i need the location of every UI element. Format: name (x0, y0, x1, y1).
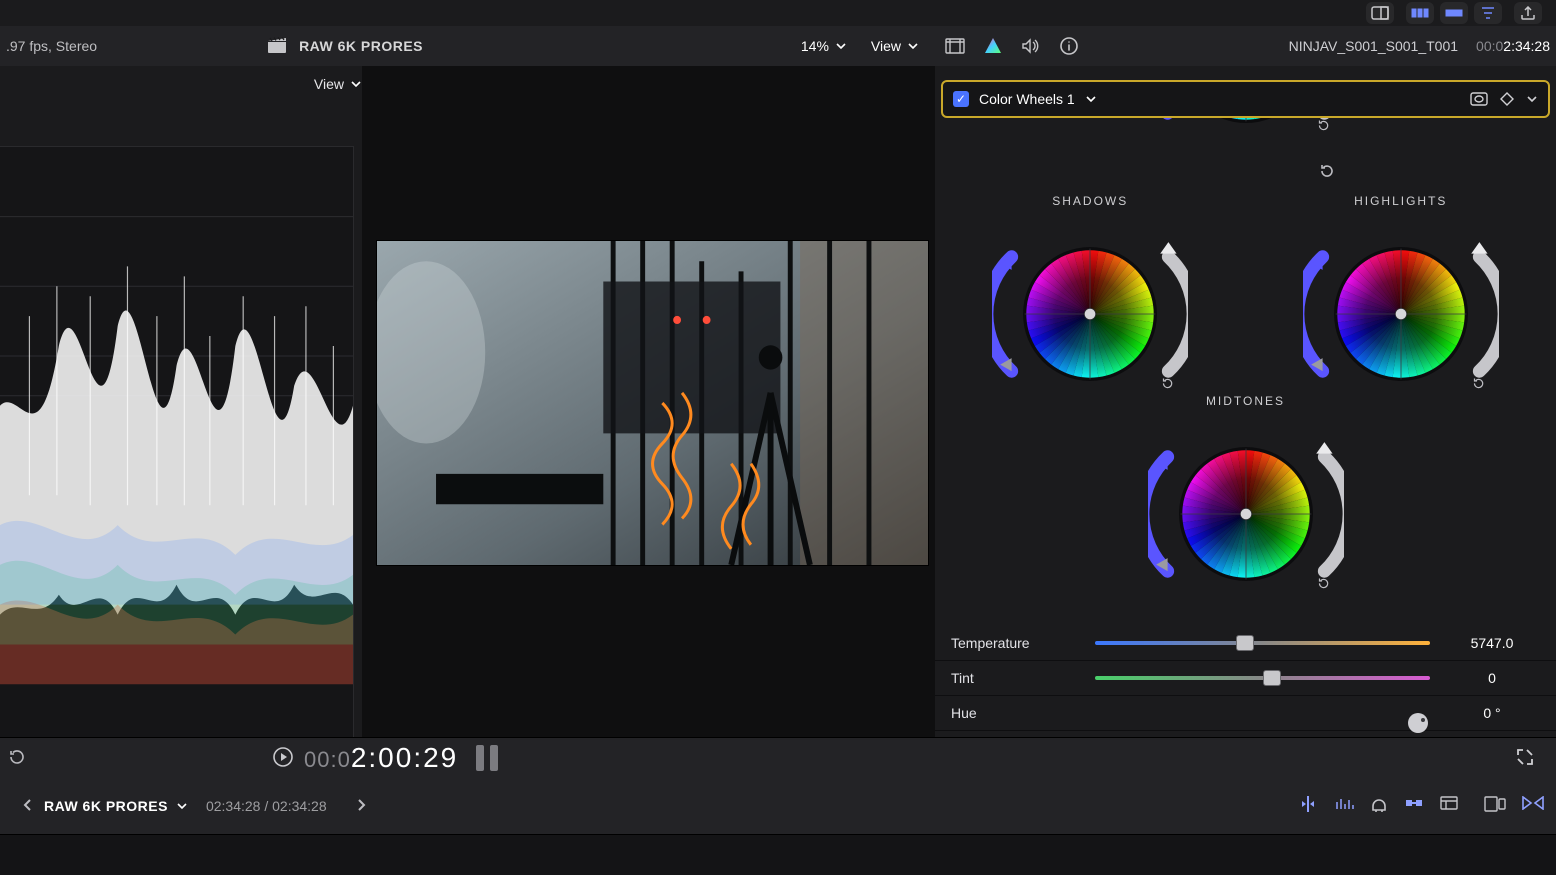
color-wheels-header[interactable]: ✓ Color Wheels 1 (941, 80, 1550, 118)
clip-title: RAW 6K PRORES (299, 38, 423, 54)
scopes-view-dropdown[interactable]: View (314, 76, 362, 92)
top-toolbar-remnant (1352, 0, 1556, 26)
color-wheel-shadows[interactable] (992, 216, 1188, 412)
temperature-value[interactable]: 5747.0 (1444, 635, 1540, 651)
audio-meters (476, 745, 498, 771)
inspector-header: NINJAV_S001_S001_T001 00:02:34:28 (935, 26, 1556, 67)
next-arrow-icon[interactable] (345, 798, 377, 815)
fullscreen-icon[interactable] (1516, 748, 1534, 769)
view-dropdown[interactable]: View (871, 38, 919, 54)
waveform-scope (0, 146, 354, 741)
viewer-panel (362, 66, 936, 741)
timecode-display[interactable]: 00:0 2:00:29 (304, 742, 458, 774)
skimming-icon[interactable] (1298, 796, 1318, 817)
tab-video-icon[interactable] (941, 34, 969, 58)
temperature-slider[interactable] (1095, 641, 1430, 645)
video-scopes-panel (0, 104, 363, 741)
play-indicator-icon[interactable] (272, 746, 294, 771)
temperature-label: Temperature (951, 635, 1081, 651)
effects-browser-icon[interactable] (1484, 796, 1506, 817)
tab-color-icon[interactable] (979, 34, 1007, 58)
chevron-down-icon[interactable] (1526, 93, 1538, 105)
share-icon[interactable] (1514, 2, 1542, 24)
color-wheel-highlights[interactable] (1303, 216, 1499, 412)
tab-audio-icon[interactable] (1017, 34, 1045, 58)
transport-bar: 00:0 2:00:29 (0, 737, 1556, 779)
solo-icon[interactable] (1370, 796, 1388, 817)
viewer-frame[interactable] (376, 240, 929, 566)
timeline-layout-icon[interactable] (1406, 2, 1434, 24)
tint-slider[interactable] (1095, 676, 1430, 680)
hue-dial[interactable] (1095, 711, 1430, 715)
reset-icon[interactable] (1318, 162, 1336, 183)
tint-label: Tint (951, 670, 1081, 686)
timeline-header: RAW 6K PRORES 02:34:28 / 02:34:28 (0, 778, 1556, 835)
timeline-area[interactable] (0, 835, 1556, 875)
scopes-view-label: View (314, 76, 344, 92)
timecode-main: 2:00:29 (351, 742, 458, 774)
prev-arrow-icon[interactable] (12, 798, 44, 815)
tint-value[interactable]: 0 (1444, 670, 1540, 686)
temperature-row: Temperature 5747.0 (935, 626, 1556, 661)
layout-toggle-icon[interactable] (1366, 2, 1394, 24)
effect-enable-checkbox[interactable]: ✓ (953, 91, 969, 107)
timeline-index-icon[interactable] (1440, 796, 1458, 817)
chevron-down-icon (1085, 93, 1097, 105)
clip-meta: .97 fps, Stereo (0, 38, 97, 54)
viewer-header: .97 fps, Stereo RAW 6K PRORES 14% View (0, 26, 935, 67)
timeline-timecode: 02:34:28 / 02:34:28 (206, 798, 327, 814)
zoom-dropdown[interactable]: 14% (801, 38, 847, 54)
inspector-clip-name: NINJAV_S001_S001_T001 (1289, 38, 1458, 54)
tab-info-icon[interactable] (1055, 34, 1083, 58)
effect-name: Color Wheels 1 (979, 91, 1075, 107)
chevron-down-icon (907, 40, 919, 52)
color-wheel-midtones[interactable] (1148, 416, 1344, 612)
clip-layout-icon[interactable] (1440, 2, 1468, 24)
timecode-dim: 00:0 (304, 747, 351, 773)
color-inspector-panel: ✓ Color Wheels 1 (935, 66, 1556, 741)
chevron-down-icon (350, 78, 362, 90)
clapperboard-icon (267, 37, 287, 56)
chevron-down-icon (835, 40, 847, 52)
highlights-label: HIGHLIGHTS (1354, 194, 1447, 208)
color-wheel-master[interactable] (1148, 118, 1344, 172)
filter-layout-icon[interactable] (1474, 2, 1502, 24)
shadows-label: SHADOWS (1052, 194, 1128, 208)
zoom-value: 14% (801, 38, 829, 54)
midtones-label: MIDTONES (1206, 394, 1285, 408)
hue-row: Hue 0 ° (935, 696, 1556, 731)
timeline-name[interactable]: RAW 6K PRORES (44, 798, 168, 814)
transitions-browser-icon[interactable] (1522, 796, 1544, 817)
hue-value[interactable]: 0 ° (1444, 705, 1540, 721)
view-label: View (871, 38, 901, 54)
inspector-timecode: 00:02:34:28 (1476, 38, 1550, 54)
scopes-toolbar: View (0, 66, 376, 102)
snapping-icon[interactable] (1404, 796, 1424, 817)
loop-indicator-icon[interactable] (8, 748, 26, 769)
chevron-down-icon[interactable] (176, 800, 188, 812)
tint-row: Tint 0 (935, 661, 1556, 696)
mask-icon[interactable] (1470, 92, 1488, 106)
hue-label: Hue (951, 705, 1081, 721)
audio-skimming-icon[interactable] (1334, 796, 1354, 817)
keyframe-icon[interactable] (1500, 92, 1514, 106)
